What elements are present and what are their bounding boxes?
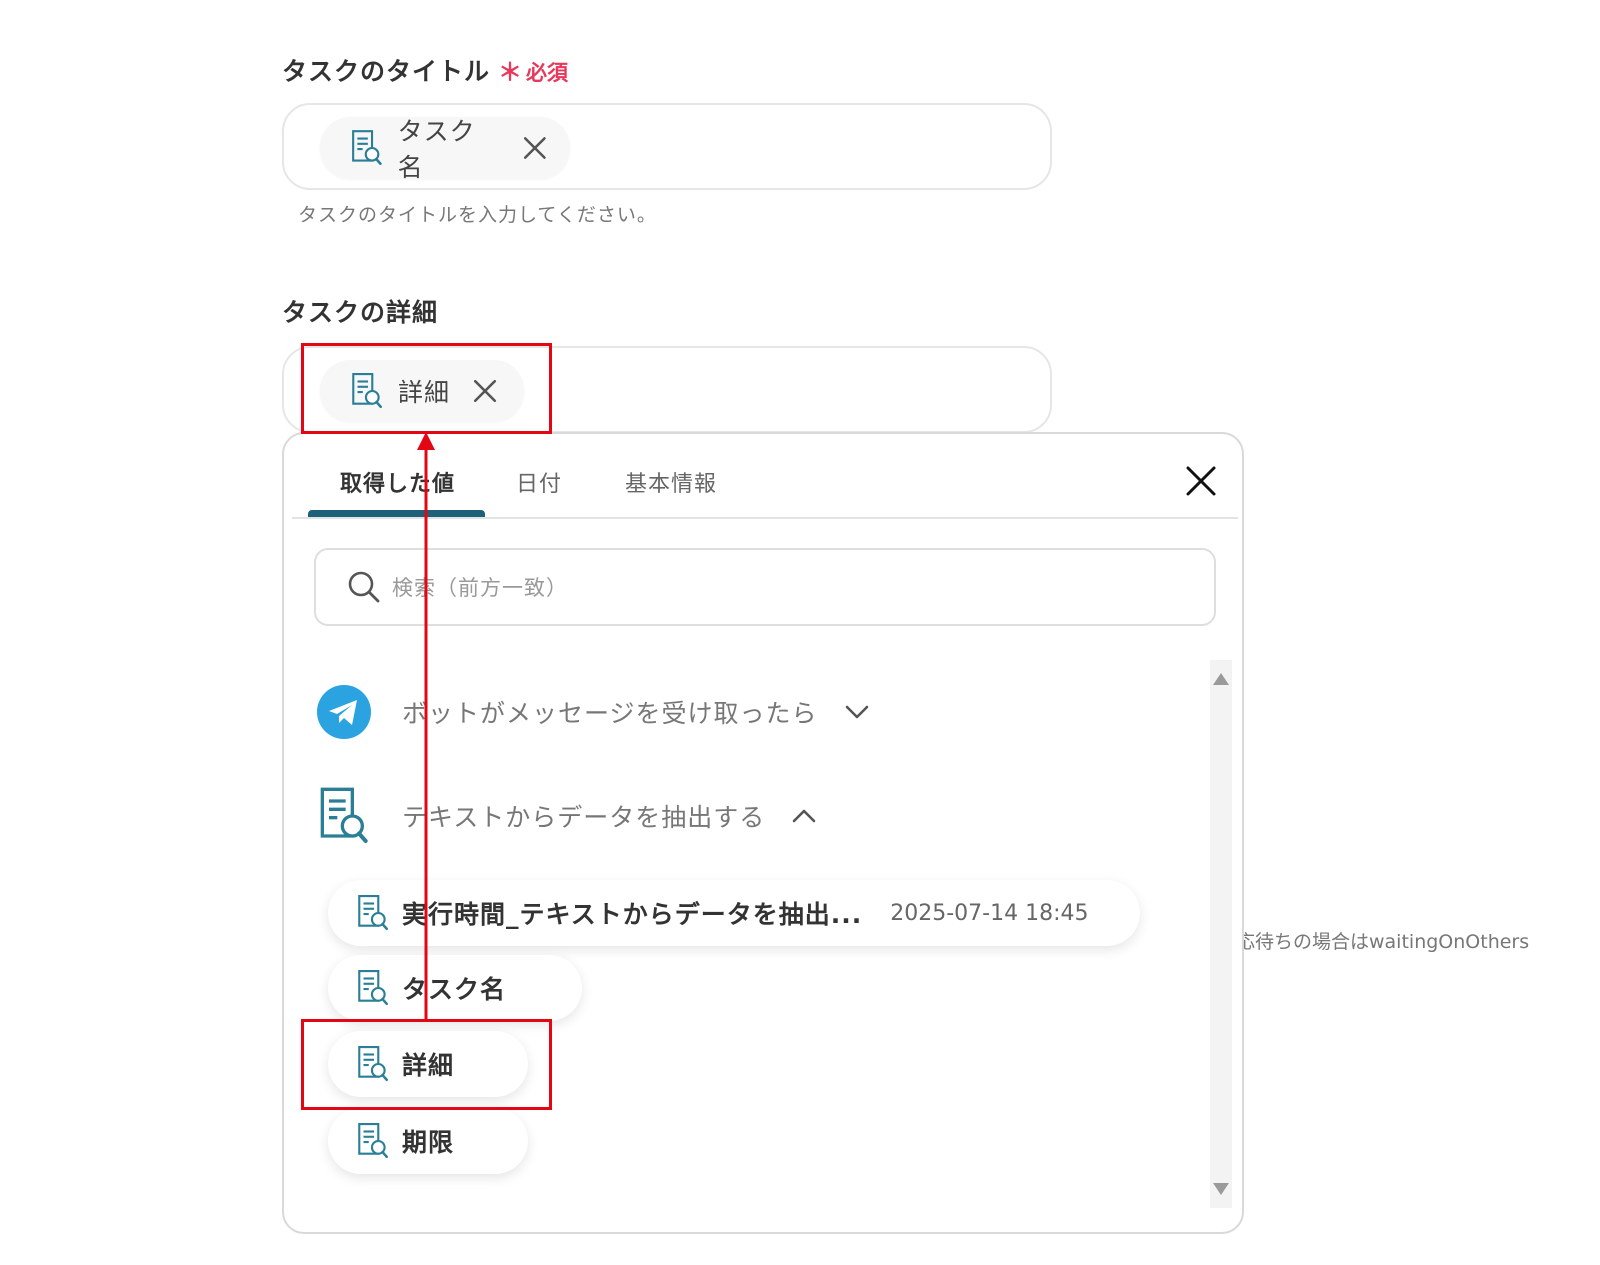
group-telegram-trigger[interactable]: ボットがメッセージを受け取ったら bbox=[316, 684, 870, 740]
scroll-up-icon[interactable] bbox=[1212, 672, 1230, 686]
detail-field-label: タスクの詳細 bbox=[282, 298, 439, 327]
list-item-execution-time[interactable]: 実行時間_テキストからデータを抽出... 2025-07-14 18:45 bbox=[328, 880, 1140, 946]
document-search-icon bbox=[350, 129, 384, 167]
item-label: 実行時間_テキストからデータを抽出... bbox=[402, 900, 863, 929]
title-chip-label: タスク名 bbox=[397, 117, 476, 182]
tab-date[interactable]: 日付 bbox=[516, 466, 562, 498]
item-label: 期限 bbox=[402, 1128, 455, 1157]
title-help-text: タスクのタイトルを入力してください。 bbox=[298, 204, 657, 226]
remove-chip-icon[interactable] bbox=[522, 135, 548, 161]
telegram-icon bbox=[317, 685, 371, 739]
document-search-icon bbox=[316, 786, 372, 846]
scrollbar-track[interactable] bbox=[1210, 660, 1232, 1208]
group-extract-trigger[interactable]: テキストからデータを抽出する bbox=[316, 786, 817, 846]
list-item-task-name[interactable]: タスク名 bbox=[328, 955, 582, 1021]
required-badge: ＊必須 bbox=[498, 58, 569, 86]
group-title-telegram: ボットがメッセージを受け取ったら bbox=[402, 699, 818, 728]
group-title-extract: テキストからデータを抽出する bbox=[402, 803, 766, 832]
document-search-icon bbox=[356, 1122, 390, 1160]
title-input[interactable]: タスク名 bbox=[282, 103, 1052, 190]
chevron-up-icon bbox=[792, 809, 816, 823]
list-item-deadline[interactable]: 期限 bbox=[328, 1108, 528, 1174]
item-value-preview: 2025-07-14 18:45 bbox=[890, 900, 1089, 926]
chevron-down-icon bbox=[845, 705, 868, 719]
scroll-down-icon[interactable] bbox=[1212, 1182, 1230, 1196]
title-field-label-row: タスクのタイトル＊必須 bbox=[282, 52, 568, 88]
highlight-box-detail-field bbox=[301, 343, 552, 434]
search-input[interactable]: 検索（前方一致） bbox=[314, 548, 1216, 626]
side-note-text: 応待ちの場合はwaitingOnOthers bbox=[1236, 931, 1530, 953]
search-icon bbox=[348, 571, 380, 603]
highlight-box-detail-item bbox=[301, 1019, 552, 1110]
close-icon[interactable] bbox=[1184, 464, 1218, 498]
document-search-icon bbox=[356, 969, 390, 1007]
tab-basic-info[interactable]: 基本情報 bbox=[625, 466, 717, 498]
arrow-annotation bbox=[417, 432, 435, 1020]
document-search-icon bbox=[356, 894, 390, 932]
title-field-label: タスクのタイトル bbox=[282, 57, 491, 86]
active-tab-indicator bbox=[308, 510, 485, 517]
title-value-chip: タスク名 bbox=[320, 117, 570, 182]
